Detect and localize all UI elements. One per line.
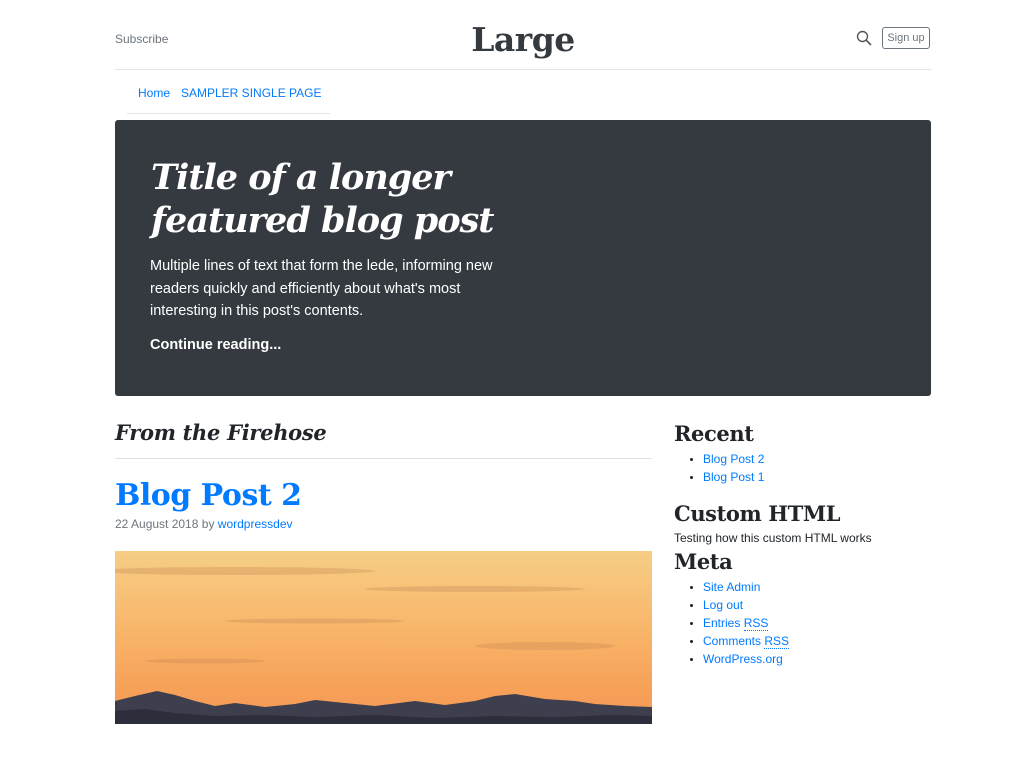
- rss-abbr: RSS: [764, 634, 790, 649]
- rss-abbr: RSS: [743, 616, 769, 631]
- nav-item-home[interactable]: Home: [138, 86, 170, 100]
- entries-rss-link[interactable]: Entries RSS: [703, 616, 769, 631]
- list-item: Site Admin: [688, 578, 789, 596]
- recent-post-link[interactable]: Blog Post 1: [703, 470, 764, 484]
- post-date: 22 August 2018: [115, 517, 199, 531]
- comments-label: Comments: [703, 634, 762, 648]
- section-header: From the Firehose: [115, 420, 652, 459]
- meta-title: Meta: [674, 549, 733, 574]
- site-header: Subscribe Large Sign up: [115, 20, 931, 70]
- list-item: Blog Post 1: [688, 468, 764, 486]
- post-title-link[interactable]: Blog Post 2: [115, 478, 302, 513]
- recent-post-link[interactable]: Blog Post 2: [703, 452, 764, 466]
- hero-title: Title of a longer featured blog post: [151, 157, 494, 241]
- entries-label: Entries: [703, 616, 741, 630]
- nav-scroller: Home SAMPLER SINGLE PAGE: [127, 76, 330, 114]
- featured-hero: Title of a longer featured blog post Mul…: [115, 120, 931, 396]
- meta-list: Site Admin Log out Entries RSS Comments …: [688, 578, 790, 668]
- nav-item-sampler[interactable]: SAMPLER SINGLE PAGE: [181, 86, 322, 100]
- section-title: From the Firehose: [115, 420, 327, 445]
- post-author-link[interactable]: wordpressdev: [218, 517, 293, 531]
- search-icon[interactable]: [856, 30, 872, 46]
- post-meta: 22 August 2018 by wordpressdev: [115, 517, 293, 531]
- hero-lede: Multiple lines of text that form the led…: [150, 258, 493, 319]
- list-item: WordPress.org: [688, 650, 789, 668]
- list-item: Entries RSS: [688, 614, 789, 632]
- recent-list: Blog Post 2 Blog Post 1: [688, 450, 764, 486]
- list-item: Comments RSS: [688, 632, 790, 650]
- custom-html-text: Testing how this custom HTML works: [674, 531, 872, 545]
- signup-button[interactable]: Sign up: [882, 27, 930, 49]
- log-out-link[interactable]: Log out: [703, 598, 743, 612]
- list-item: Blog Post 2: [688, 450, 764, 468]
- post-featured-image: [115, 551, 652, 724]
- site-brand[interactable]: Large: [115, 20, 931, 59]
- recent-title: Recent: [674, 421, 754, 446]
- custom-html-title: Custom HTML: [674, 501, 841, 526]
- list-item: Log out: [688, 596, 789, 614]
- post-by: by: [201, 517, 215, 531]
- continue-reading-link[interactable]: Continue reading...: [150, 337, 281, 353]
- comments-rss-link[interactable]: Comments RSS: [703, 634, 790, 649]
- wordpress-org-link[interactable]: WordPress.org: [703, 652, 783, 666]
- site-admin-link[interactable]: Site Admin: [703, 580, 760, 594]
